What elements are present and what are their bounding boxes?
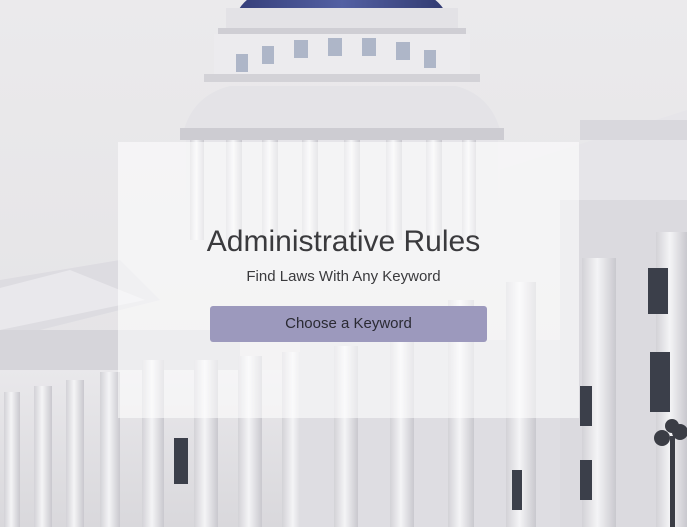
page-subtitle: Find Laws With Any Keyword	[246, 268, 441, 285]
choose-keyword-button[interactable]: Choose a Keyword	[210, 306, 487, 342]
page-title: Administrative Rules	[206, 225, 481, 258]
hero-section: Administrative Rules Find Laws With Any …	[0, 0, 687, 527]
